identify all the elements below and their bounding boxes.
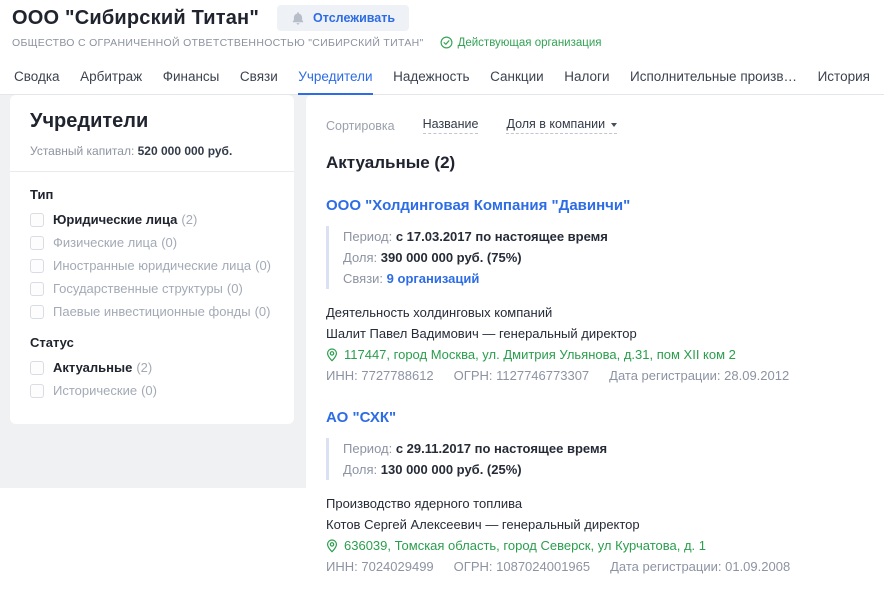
tab-finansy[interactable]: Финансы	[163, 58, 220, 94]
company-header: ООО "Сибирский Титан" Отслеживать ОБЩЕСТ…	[0, 0, 884, 49]
bell-icon	[291, 11, 305, 25]
tab-arbitrazh[interactable]: Арбитраж	[80, 58, 142, 94]
tab-ispolnitelnye-proizvodstva[interactable]: Исполнительные произв…	[630, 58, 797, 94]
tab-bar: Сводка Арбитраж Финансы Связи Учредители…	[0, 58, 884, 95]
content-area: Учредители Уставный капитал: 520 000 000…	[0, 95, 884, 488]
chevron-down-icon	[611, 123, 617, 127]
ogrn-value: ОГРН: 1127746773307	[454, 365, 589, 386]
founder-facts: Период: с 29.11.2017 по настоящее время …	[326, 438, 860, 480]
tab-istoriya[interactable]: История	[818, 58, 870, 94]
founders-sidebar: Учредители Уставный капитал: 520 000 000…	[10, 95, 294, 424]
location-pin-icon	[326, 348, 338, 362]
checkbox[interactable]	[30, 236, 44, 250]
founder-details: Деятельность холдинговых компаний Шалит …	[326, 302, 860, 386]
founder-address[interactable]: 636039, Томская область, город Северск, …	[326, 535, 860, 556]
company-profile-page: ООО "Сибирский Титан" Отслеживать ОБЩЕСТ…	[0, 0, 884, 488]
founder-activity: Деятельность холдинговых компаний	[326, 302, 860, 323]
checkbox[interactable]	[30, 361, 44, 375]
founder-director: Котов Сергей Алексеевич — генеральный ди…	[326, 514, 860, 535]
sort-by-share[interactable]: Доля в компании	[506, 117, 617, 134]
follow-button-label: Отслеживать	[313, 11, 395, 25]
tab-svyazi[interactable]: Связи	[240, 58, 278, 94]
founder-meta: ИНН: 7727788612 ОГРН: 1127746773307 Дата…	[326, 365, 860, 386]
checkbox[interactable]	[30, 213, 44, 227]
tab-nalogi[interactable]: Налоги	[564, 58, 609, 94]
founder-name-link[interactable]: ООО "Холдинговая Компания "Давинчи"	[326, 197, 630, 214]
checkbox[interactable]	[30, 282, 44, 296]
founders-panel: Сортировка Название Доля в компании Акту…	[306, 95, 884, 593]
founder-address[interactable]: 117447, город Москва, ул. Дмитрия Ульяно…	[326, 344, 860, 365]
status-label: Действующая организация	[458, 37, 602, 49]
registration-date: Дата регистрации: 01.09.2008	[610, 556, 790, 577]
sort-label: Сортировка	[326, 119, 395, 133]
charter-capital-value: 520 000 000 руб.	[138, 144, 233, 158]
checkbox[interactable]	[30, 259, 44, 273]
sort-row: Сортировка Название Доля в компании	[326, 117, 860, 134]
filter-yuridicheskie-litsa[interactable]: Юридические лица (2)	[30, 212, 274, 227]
follow-button[interactable]: Отслеживать	[277, 5, 409, 31]
company-full-name: ОБЩЕСТВО С ОГРАНИЧЕННОЙ ОТВЕТСТВЕННОСТЬЮ…	[12, 37, 424, 49]
founder-details: Производство ядерного топлива Котов Серг…	[326, 493, 860, 577]
filter-gosudarstvennye-struktury[interactable]: Государственные структуры (0)	[30, 281, 274, 296]
filter-aktualnye[interactable]: Актуальные (2)	[30, 360, 274, 375]
founder-name-link[interactable]: АО "СХК"	[326, 409, 396, 426]
checkbox[interactable]	[30, 384, 44, 398]
filter-paevye-investitsionnye-fondy[interactable]: Паевые инвестиционные фонды (0)	[30, 304, 274, 319]
fact-period: Период: с 29.11.2017 по настоящее время	[343, 438, 860, 459]
status-badge: Действующая организация	[440, 36, 602, 49]
connections-link[interactable]: 9 организаций	[387, 271, 480, 286]
charter-capital-label: Уставный капитал:	[30, 144, 134, 158]
location-pin-icon	[326, 539, 338, 553]
founder-facts: Период: с 17.03.2017 по настоящее время …	[326, 226, 860, 289]
founder-activity: Производство ядерного топлива	[326, 493, 860, 514]
filter-istoricheskie[interactable]: Исторические (0)	[30, 383, 274, 398]
sort-by-name[interactable]: Название	[423, 117, 479, 134]
filter-inostrannye-yuridicheskie-litsa[interactable]: Иностранные юридические лица (0)	[30, 258, 274, 273]
tab-svodka[interactable]: Сводка	[14, 58, 60, 94]
fact-share: Доля: 390 000 000 руб. (75%)	[343, 247, 860, 268]
ogrn-value: ОГРН: 1087024001965	[454, 556, 590, 577]
founder-entry: ООО "Холдинговая Компания "Давинчи" Пери…	[326, 197, 860, 386]
founder-entry: АО "СХК" Период: с 29.11.2017 по настоящ…	[326, 409, 860, 577]
sidebar-header: Учредители Уставный капитал: 520 000 000…	[10, 95, 294, 171]
founder-director: Шалит Павел Вадимович — генеральный дире…	[326, 323, 860, 344]
founder-meta: ИНН: 7024029499 ОГРН: 1087024001965 Дата…	[326, 556, 860, 577]
filter-group-status-title: Статус	[30, 335, 274, 350]
page-title: ООО "Сибирский Титан"	[12, 7, 259, 30]
inn-value: ИНН: 7727788612	[326, 365, 434, 386]
header-subtitle-row: ОБЩЕСТВО С ОГРАНИЧЕННОЙ ОТВЕТСТВЕННОСТЬЮ…	[12, 36, 870, 49]
inn-value: ИНН: 7024029499	[326, 556, 434, 577]
tab-nadezhnost[interactable]: Надежность	[393, 58, 469, 94]
check-circle-icon	[440, 36, 453, 49]
tab-sanktsii[interactable]: Санкции	[490, 58, 544, 94]
checkbox[interactable]	[30, 305, 44, 319]
filter-group-type-title: Тип	[30, 187, 274, 202]
fact-period: Период: с 17.03.2017 по настоящее время	[343, 226, 860, 247]
filter-group-status: Актуальные (2) Исторические (0)	[30, 360, 274, 398]
charter-capital: Уставный капитал: 520 000 000 руб.	[30, 144, 274, 158]
fact-connections: Связи: 9 организаций	[343, 268, 860, 289]
fact-share: Доля: 130 000 000 руб. (25%)	[343, 459, 860, 480]
section-title: Актуальные (2)	[326, 153, 860, 173]
sidebar-filters: Тип Юридические лица (2) Физические лица…	[10, 172, 294, 424]
filter-fizicheskie-litsa[interactable]: Физические лица (0)	[30, 235, 274, 250]
sidebar-title: Учредители	[30, 110, 274, 133]
filter-group-type: Юридические лица (2) Физические лица (0)…	[30, 212, 274, 319]
tab-uchrediteli[interactable]: Учредители	[298, 58, 372, 94]
registration-date: Дата регистрации: 28.09.2012	[609, 365, 789, 386]
header-title-row: ООО "Сибирский Титан" Отслеживать	[12, 5, 870, 31]
